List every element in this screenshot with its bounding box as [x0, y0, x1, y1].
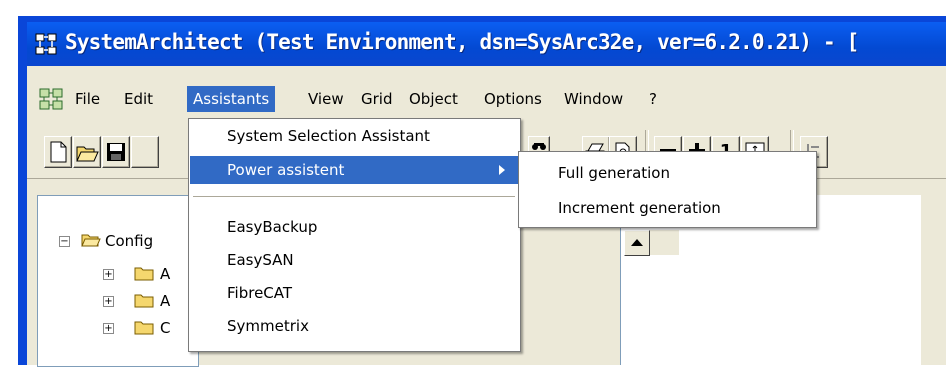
folder-icon: [134, 267, 154, 281]
tree-panel[interactable]: [37, 195, 199, 367]
menu-item-full-generation[interactable]: Full generation: [520, 158, 815, 188]
menu-item-fibrecat[interactable]: FibreCAT: [190, 279, 519, 307]
menu-item-system-selection-assistant[interactable]: System Selection Assistant: [190, 122, 519, 150]
expand-icon[interactable]: +: [103, 269, 114, 280]
tree-item-label: A: [160, 292, 171, 310]
menu-item-easysan[interactable]: EasySAN: [190, 246, 519, 274]
menu-help[interactable]: ?: [643, 86, 663, 112]
save-button[interactable]: [102, 136, 130, 168]
menu-item-increment-generation[interactable]: Increment generation: [520, 193, 815, 223]
menu-separator: [193, 196, 515, 197]
menu-item-symmetrix[interactable]: Symmetrix: [190, 312, 519, 340]
tree-item-label: A: [160, 265, 171, 283]
save-icon: [107, 143, 125, 161]
ruler-column: [648, 230, 679, 255]
open-button[interactable]: [73, 136, 101, 168]
submenu-arrow-icon: [499, 165, 505, 175]
open-folder-icon: [81, 234, 101, 247]
folder-icon: [134, 294, 154, 308]
expand-icon[interactable]: +: [103, 296, 114, 307]
menu-object[interactable]: Object: [403, 86, 464, 112]
menu-grid[interactable]: Grid: [355, 86, 398, 112]
assistants-menu: System Selection Assistant Power assiste…: [188, 118, 521, 352]
collapse-icon[interactable]: −: [59, 236, 70, 247]
menu-item-easybackup[interactable]: EasyBackup: [190, 213, 519, 241]
menu-options[interactable]: Options: [478, 86, 548, 112]
arrow-up-icon: [631, 239, 643, 246]
scroll-up-button[interactable]: [624, 230, 650, 256]
new-file-icon: [50, 141, 67, 163]
new-file-button[interactable]: [44, 136, 72, 168]
expand-icon[interactable]: +: [103, 323, 114, 334]
menu-view[interactable]: View: [302, 86, 350, 112]
menu-window[interactable]: Window: [558, 86, 629, 112]
title-bar[interactable]: SystemArchitect (Test Environment, dsn=S…: [27, 22, 946, 66]
menu-item-power-assistent[interactable]: Power assistent: [190, 156, 519, 184]
open-folder-icon: [76, 146, 99, 162]
toolbar-button-hidden[interactable]: [131, 136, 159, 168]
menu-assistants[interactable]: Assistants: [187, 86, 276, 112]
folder-icon: [134, 321, 154, 335]
window-title: SystemArchitect (Test Environment, dsn=S…: [65, 30, 859, 54]
network-icon[interactable]: [35, 33, 57, 55]
menu-file[interactable]: File: [69, 86, 106, 112]
power-assistent-submenu: Full generation Increment generation: [518, 151, 817, 228]
tree-root-label: Config: [105, 232, 154, 250]
tree-item-label: C: [160, 319, 171, 337]
menu-bar: File Edit Assistants View Grid Object Op…: [27, 84, 946, 114]
menu-item-label: Power assistent: [227, 161, 345, 179]
document-menu-icon[interactable]: [39, 88, 63, 110]
menu-edit[interactable]: Edit: [118, 86, 159, 112]
